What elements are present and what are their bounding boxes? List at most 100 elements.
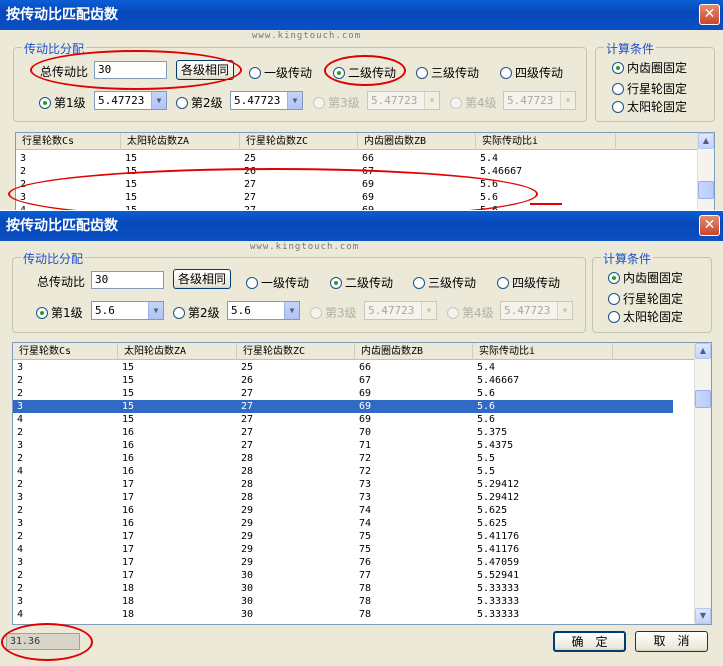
table-row[interactable]: 2 16 29 74 5.625 bbox=[13, 504, 673, 517]
top-window-title: 按传动比匹配齿数 bbox=[6, 7, 118, 23]
table-row[interactable]: 2 16 27 70 5.375 bbox=[13, 426, 673, 439]
top-col-cs[interactable]: 行星轮数Cs bbox=[16, 133, 121, 150]
scroll-thumb[interactable] bbox=[698, 181, 714, 199]
bottom-col-i[interactable]: 实际传动比i bbox=[473, 343, 613, 360]
chevron-down-icon[interactable]: ▼ bbox=[284, 302, 299, 319]
top-level-3-select: 5.47723 ▼ bbox=[367, 91, 440, 110]
table-row[interactable]: 3 16 29 74 5.625 bbox=[13, 517, 673, 530]
table-row[interactable]: 4 17 29 75 5.41176 bbox=[13, 543, 673, 556]
table-cell: 78 bbox=[359, 583, 372, 594]
table-cell: 78 bbox=[359, 609, 372, 620]
bottom-stage-3-radio[interactable]: 三级传动 bbox=[413, 274, 476, 291]
bottom-cond-ring-radio[interactable]: 内齿圈固定 bbox=[608, 269, 683, 286]
top-cond-planet-radio[interactable]: 行星轮固定 bbox=[612, 80, 687, 97]
bottom-col-cs[interactable]: 行星轮数Cs bbox=[13, 343, 118, 360]
bottom-ratio-group-title: 传动比分配 bbox=[21, 250, 86, 267]
top-col-i[interactable]: 实际传动比i bbox=[476, 133, 616, 150]
table-row[interactable]: 4 15 27 69 5.6 bbox=[13, 413, 673, 426]
table-row[interactable]: 2 15 26 67 5.46667 bbox=[16, 165, 676, 178]
top-cond-ring-radio[interactable]: 内齿圈固定 bbox=[612, 59, 687, 76]
table-row[interactable]: 3 15 25 66 5.4 bbox=[13, 361, 673, 374]
bottom-col-za[interactable]: 太阳轮齿数ZA bbox=[118, 343, 237, 360]
bottom-level-2-select[interactable]: 5.6 ▼ bbox=[227, 301, 300, 320]
table-row[interactable]: 2 15 26 67 5.46667 bbox=[13, 374, 673, 387]
table-row[interactable]: 2 17 30 77 5.52941 bbox=[13, 569, 673, 582]
table-cell: 16 bbox=[122, 427, 135, 438]
table-cell: 5.375 bbox=[477, 427, 508, 438]
top-level-2-radio[interactable]: 第2级 bbox=[176, 94, 223, 111]
table-row[interactable]: 2 18 30 78 5.33333 bbox=[13, 582, 673, 595]
bottom-col-zb[interactable]: 内齿圈齿数ZB bbox=[355, 343, 473, 360]
table-cell: 27 bbox=[241, 440, 254, 451]
table-cell: 29 bbox=[241, 505, 254, 516]
table-row[interactable]: 3 17 28 73 5.29412 bbox=[13, 491, 673, 504]
bottom-stage-4-radio[interactable]: 四级传动 bbox=[497, 274, 560, 291]
table-row[interactable]: 2 17 28 73 5.29412 bbox=[13, 478, 673, 491]
bottom-level-1-radio[interactable]: 第1级 bbox=[36, 304, 83, 321]
table-cell: 73 bbox=[359, 479, 372, 490]
top-stage-1-radio[interactable]: 一级传动 bbox=[249, 64, 312, 81]
table-row-selected[interactable]: 3 15 27 69 5.6 bbox=[13, 400, 673, 413]
cancel-button[interactable]: 取 消 bbox=[635, 631, 708, 652]
table-cell: 74 bbox=[359, 505, 372, 516]
table-row[interactable]: 3 17 29 76 5.47059 bbox=[13, 556, 673, 569]
top-close-icon[interactable]: ✕ bbox=[699, 4, 720, 25]
scroll-thumb[interactable] bbox=[695, 390, 711, 408]
top-same-all-button[interactable]: 各级相同 bbox=[176, 60, 234, 80]
bottom-condition-group-title: 计算条件 bbox=[601, 250, 654, 267]
bottom-col-zc[interactable]: 行星轮齿数ZC bbox=[237, 343, 355, 360]
bottom-result-list[interactable]: 行星轮数Cs 太阳轮齿数ZA 行星轮齿数ZC 内齿圈齿数ZB 实际传动比i 3 1… bbox=[12, 342, 712, 625]
top-stage-2-radio[interactable]: 二级传动 bbox=[333, 64, 396, 81]
bottom-level-3-radio: 第3级 bbox=[310, 304, 357, 321]
table-row[interactable]: 3 18 30 78 5.33333 bbox=[13, 595, 673, 608]
scroll-up-icon[interactable]: ▲ bbox=[698, 133, 714, 149]
ok-button[interactable]: 确 定 bbox=[553, 631, 626, 652]
bottom-stage-3-label: 三级传动 bbox=[428, 276, 477, 290]
top-level-1-select[interactable]: 5.47723 ▼ bbox=[94, 91, 167, 110]
table-row[interactable]: 2 16 28 72 5.5 bbox=[13, 452, 673, 465]
table-cell: 5.33333 bbox=[477, 609, 520, 620]
table-cell: 5.5 bbox=[477, 466, 496, 477]
top-col-za[interactable]: 太阳轮齿数ZA bbox=[121, 133, 240, 150]
scroll-down-icon[interactable]: ▼ bbox=[695, 608, 711, 624]
top-result-list[interactable]: 行星轮数Cs 太阳轮齿数ZA 行星轮齿数ZC 内齿圈齿数ZB 实际传动比i 3 1… bbox=[15, 132, 715, 210]
table-row[interactable]: 4 18 30 78 5.33333 bbox=[13, 608, 673, 621]
bottom-vertical-scrollbar[interactable]: ▲ ▼ bbox=[694, 343, 711, 624]
top-total-ratio-input[interactable]: 30 bbox=[94, 61, 167, 79]
table-row[interactable]: 2 15 27 69 5.6 bbox=[13, 387, 673, 400]
table-row[interactable]: 2 17 29 75 5.41176 bbox=[13, 530, 673, 543]
bottom-close-icon[interactable]: ✕ bbox=[699, 215, 720, 236]
top-stage-4-radio[interactable]: 四级传动 bbox=[500, 64, 563, 81]
table-row[interactable]: 2 15 27 69 5.6 bbox=[16, 178, 676, 191]
annotation-line bbox=[530, 203, 562, 205]
bottom-same-all-button[interactable]: 各级相同 bbox=[173, 269, 231, 289]
top-stage-3-radio[interactable]: 三级传动 bbox=[416, 64, 479, 81]
chevron-down-icon[interactable]: ▼ bbox=[148, 302, 163, 319]
top-cond-sun-radio[interactable]: 太阳轮固定 bbox=[612, 98, 687, 115]
chevron-down-icon[interactable]: ▼ bbox=[287, 92, 302, 109]
scroll-up-icon[interactable]: ▲ bbox=[695, 343, 711, 359]
top-col-zc[interactable]: 行星轮齿数ZC bbox=[240, 133, 358, 150]
table-cell: 3 bbox=[17, 362, 24, 373]
bottom-cond-planet-radio[interactable]: 行星轮固定 bbox=[608, 290, 683, 307]
table-cell: 18 bbox=[122, 609, 135, 620]
table-row[interactable]: 3 15 25 66 5.4 bbox=[16, 152, 676, 165]
top-level-2-select[interactable]: 5.47723 ▼ bbox=[230, 91, 303, 110]
bottom-total-ratio-input[interactable]: 30 bbox=[91, 271, 164, 289]
table-row[interactable]: 3 15 27 69 5.6 bbox=[16, 191, 676, 204]
bottom-level-2-radio[interactable]: 第2级 bbox=[173, 304, 220, 321]
bottom-stage-2-radio[interactable]: 二级传动 bbox=[330, 274, 393, 291]
top-col-zb[interactable]: 内齿圈齿数ZB bbox=[358, 133, 476, 150]
bottom-cond-sun-radio[interactable]: 太阳轮固定 bbox=[608, 308, 683, 325]
chevron-down-icon[interactable]: ▼ bbox=[151, 92, 166, 109]
top-level-1-radio[interactable]: 第1级 bbox=[39, 94, 86, 111]
table-row[interactable]: 4 16 28 72 5.5 bbox=[13, 465, 673, 478]
bottom-stage-1-radio[interactable]: 一级传动 bbox=[246, 274, 309, 291]
top-vertical-scrollbar[interactable]: ▲ bbox=[697, 133, 714, 210]
top-level-4-label: 第4级 bbox=[465, 96, 497, 110]
table-cell: 5.33333 bbox=[477, 583, 520, 594]
bottom-level-1-select[interactable]: 5.6 ▼ bbox=[91, 301, 164, 320]
table-cell: 18 bbox=[122, 596, 135, 607]
top-dialog: 按传动比匹配齿数 ✕ www.kingtouch.com 传动比分配 总传动比 … bbox=[0, 0, 723, 210]
table-row[interactable]: 3 16 27 71 5.4375 bbox=[13, 439, 673, 452]
